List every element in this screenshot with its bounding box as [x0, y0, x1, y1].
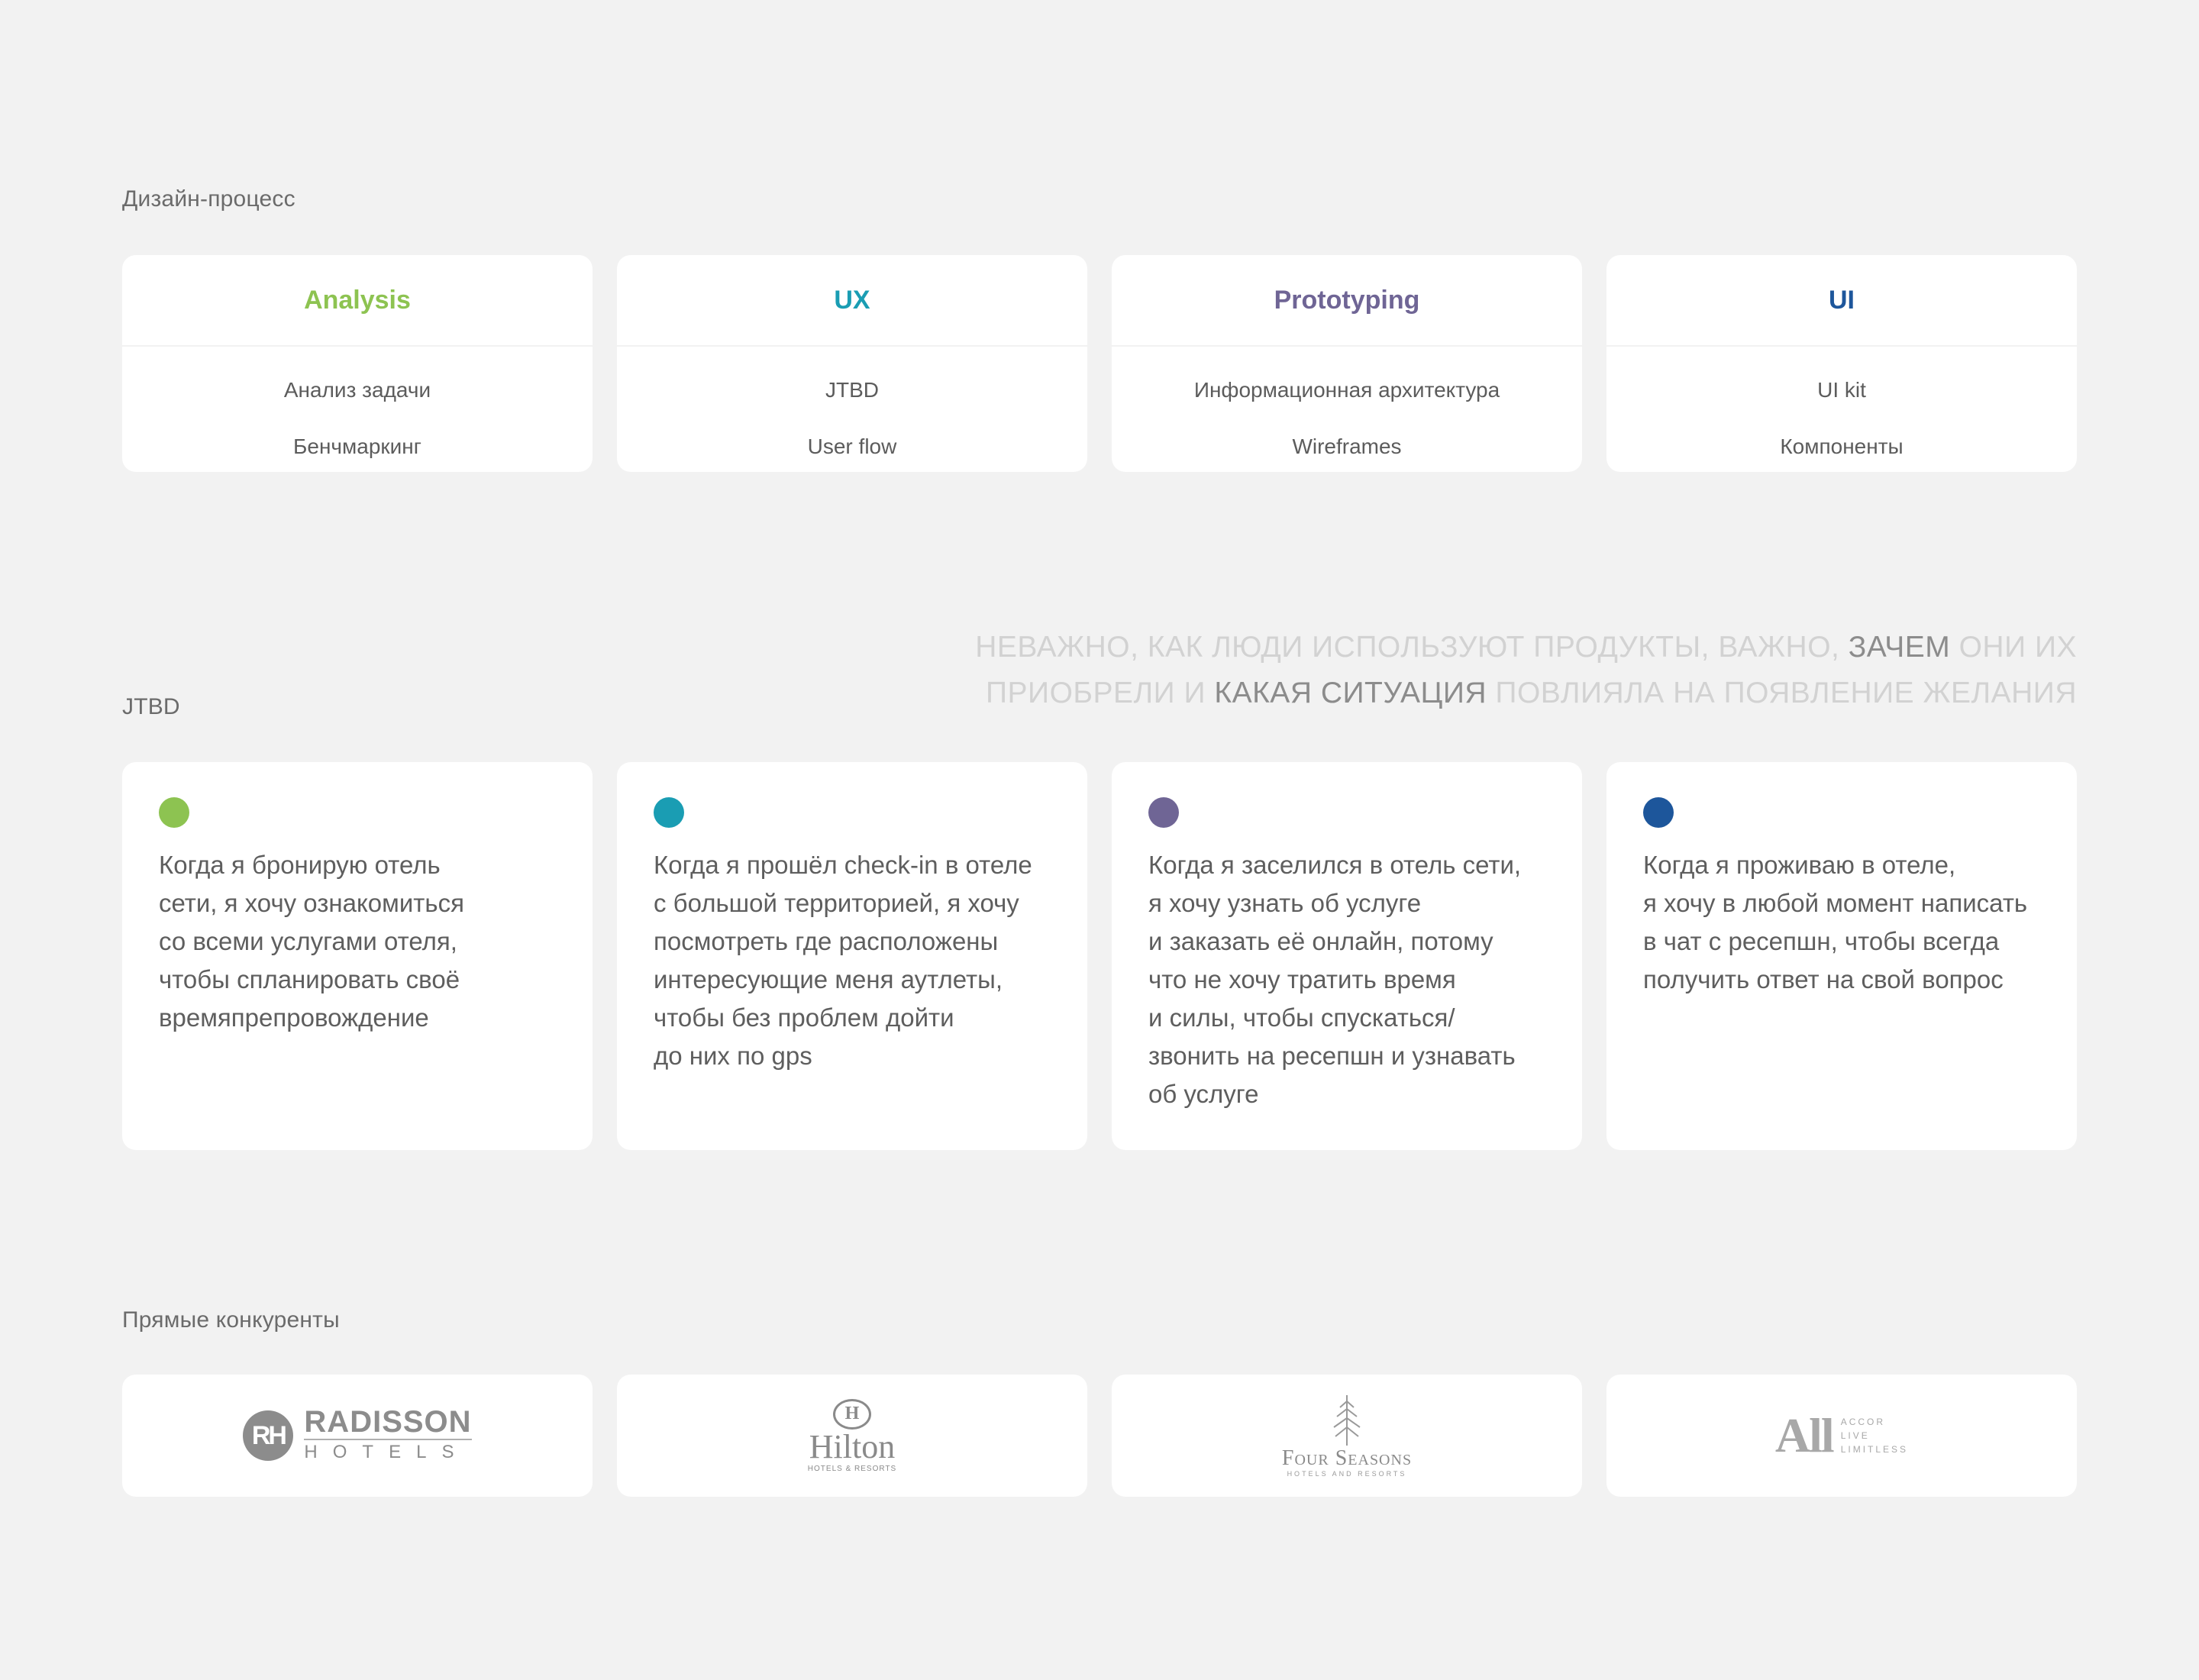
- process-title: Prototyping: [1112, 255, 1582, 347]
- process-title: UI: [1606, 255, 2077, 347]
- jtbd-text: Когда я проживаю в отеле, я хочу в любой…: [1643, 851, 2028, 993]
- process-card-prototyping: Prototyping Информационная архитектура W…: [1112, 255, 1582, 472]
- process-item: Бенчмаркинг: [293, 435, 421, 458]
- competitors-row: RH RADISSON HOTELS H Hilton HOTELS & RES…: [122, 1375, 2077, 1497]
- competitor-card-radisson: RH RADISSON HOTELS: [122, 1375, 593, 1497]
- jtbd-dot: [1148, 797, 1179, 828]
- process-item: Информационная архитектура: [1193, 378, 1500, 402]
- accor-line: LIMITLESS: [1840, 1444, 1909, 1455]
- accor-mark: All: [1774, 1408, 1835, 1462]
- jtbd-row: Когда я бронирую отель сети, я хочу озна…: [122, 762, 2077, 1150]
- competitors-section-label: Прямые конкуренты: [122, 1307, 340, 1333]
- jtbd-card: Когда я проживаю в отеле, я хочу в любой…: [1606, 762, 2077, 1150]
- jtbd-text: Когда я бронирую отель сети, я хочу озна…: [159, 851, 464, 1032]
- quote-emphasis: зачем: [1848, 631, 1951, 664]
- jtbd-dot: [1643, 797, 1674, 828]
- jtbd-card: Когда я бронирую отель сети, я хочу озна…: [122, 762, 593, 1150]
- accor-logo: All ACCOR LIVE LIMITLESS: [1775, 1411, 1908, 1460]
- hilton-name: Hilton: [809, 1427, 896, 1465]
- jtbd-dot: [654, 797, 684, 828]
- process-item: Анализ задачи: [283, 378, 431, 402]
- process-item: JTBD: [825, 378, 879, 402]
- jtbd-section-label: JTBD: [122, 694, 180, 719]
- process-item: UI kit: [1817, 378, 1866, 402]
- radisson-mark: RH: [243, 1410, 294, 1461]
- radisson-name: RADISSON: [304, 1405, 472, 1440]
- process-title: Analysis: [122, 255, 593, 347]
- process-card-ux: UX JTBD User flow: [617, 255, 1087, 472]
- hilton-sub: HOTELS & RESORTS: [807, 1464, 897, 1473]
- radisson-sub: HOTELS: [304, 1442, 470, 1462]
- process-item: User flow: [807, 435, 897, 458]
- jtbd-card: Когда я заселился в отель сети, я хочу у…: [1112, 762, 1582, 1150]
- process-title: UX: [617, 255, 1087, 347]
- jtbd-text: Когда я заселился в отель сети, я хочу у…: [1148, 851, 1522, 1108]
- jtbd-dot: [159, 797, 189, 828]
- accor-line: LIVE: [1840, 1430, 1870, 1441]
- four-seasons-name: Four Seasons: [1281, 1446, 1413, 1470]
- accor-line: ACCOR: [1840, 1417, 1886, 1427]
- process-item: Компоненты: [1780, 435, 1904, 458]
- competitor-card-four-seasons: Four Seasons HOTELS AND RESORTS: [1112, 1375, 1582, 1497]
- hilton-logo: H Hilton HOTELS & RESORTS: [807, 1398, 897, 1473]
- page: Дизайн-процесс Analysis Анализ задачи Бе…: [0, 0, 2199, 1680]
- process-card-ui: UI UI kit Компоненты: [1606, 255, 2077, 472]
- tree-icon: [1333, 1395, 1361, 1446]
- quote-text: повлияла на появление желания: [1487, 677, 2077, 709]
- quote-emphasis: какая ситуация: [1214, 677, 1487, 709]
- competitor-card-hilton: H Hilton HOTELS & RESORTS: [617, 1375, 1087, 1497]
- four-seasons-logo: Four Seasons HOTELS AND RESORTS: [1282, 1394, 1412, 1478]
- radisson-logo: RH RADISSON HOTELS: [243, 1405, 472, 1465]
- process-card-analysis: Analysis Анализ задачи Бенчмаркинг: [122, 255, 593, 472]
- process-item: Wireframes: [1292, 435, 1402, 458]
- process-row: Analysis Анализ задачи Бенчмаркинг UX JT…: [122, 255, 2077, 472]
- quote-text: Неважно, как люди используют продукты, в…: [975, 631, 1849, 664]
- process-section-label: Дизайн-процесс: [122, 186, 295, 212]
- four-seasons-sub: HOTELS AND RESORTS: [1287, 1470, 1407, 1478]
- jtbd-text: Когда я прошёл check-in в отеле с большо…: [654, 851, 1032, 1070]
- competitor-card-accor: All ACCOR LIVE LIMITLESS: [1606, 1375, 2077, 1497]
- hilton-mark: H: [833, 1398, 871, 1430]
- jtbd-quote: Неважно, как люди используют продукты, в…: [932, 625, 2077, 716]
- jtbd-card: Когда я прошёл check-in в отеле с большо…: [617, 762, 1087, 1150]
